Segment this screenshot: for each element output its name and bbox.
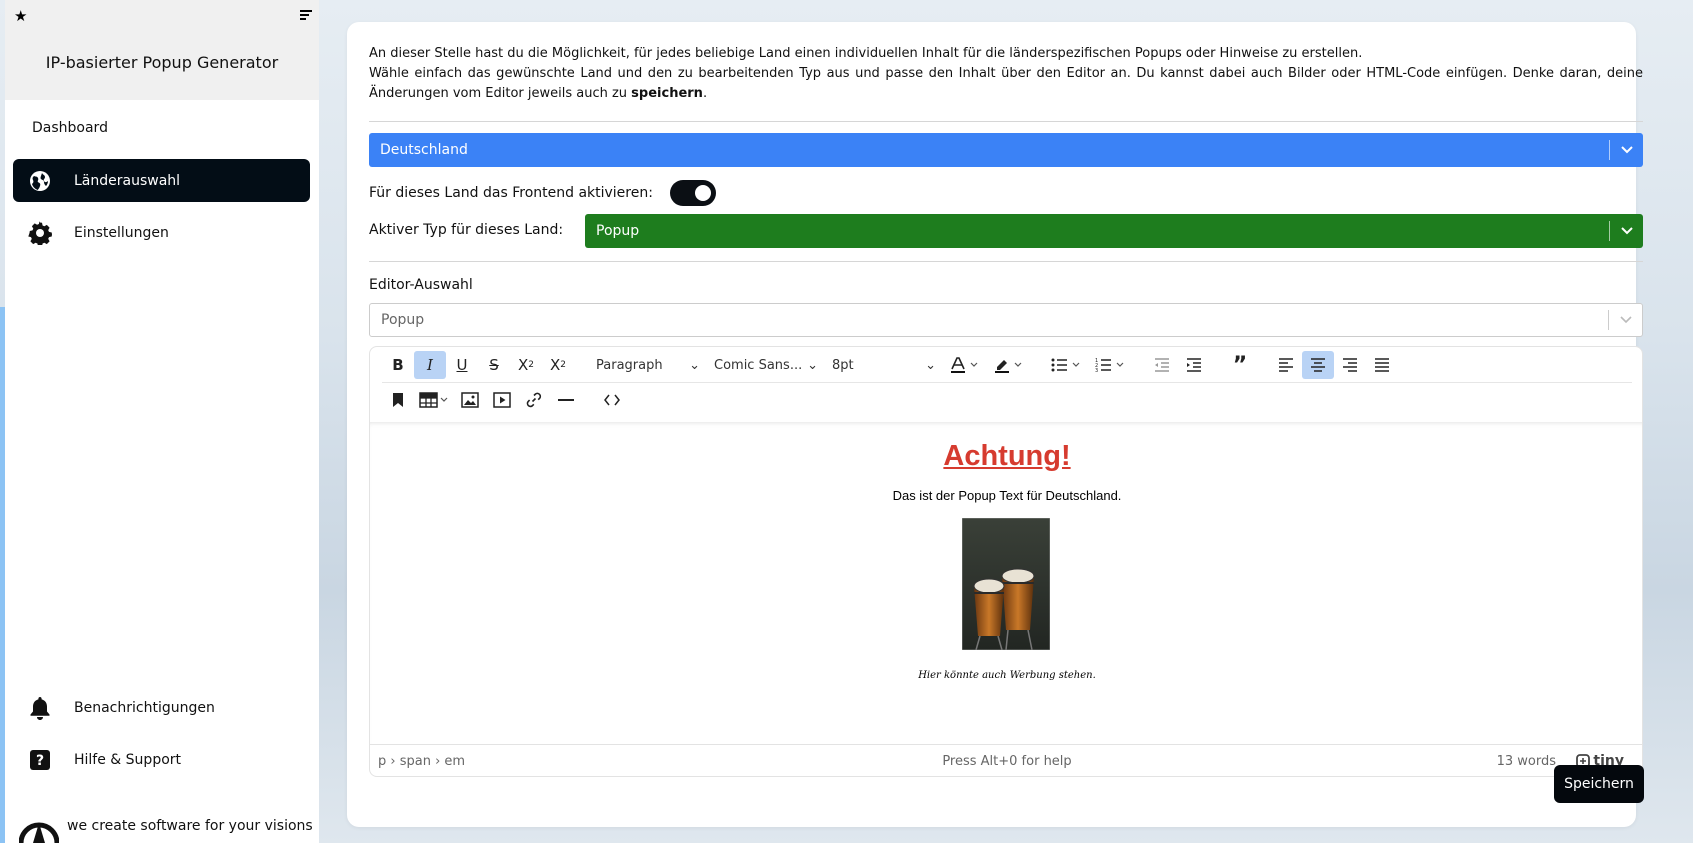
- word-count[interactable]: 13 words: [1497, 754, 1556, 769]
- globe-icon: [27, 168, 53, 194]
- chevron-down-icon: ⌄: [689, 357, 700, 373]
- strikethrough-icon[interactable]: S: [478, 351, 510, 379]
- highlight-color-icon[interactable]: [986, 351, 1030, 379]
- brand-tagline: we create software for your visions: [67, 817, 313, 834]
- font-size-select[interactable]: 8pt ⌄: [824, 351, 942, 379]
- align-center-icon[interactable]: [1302, 351, 1334, 379]
- type-label: Aktiver Typ für dieses Land:: [369, 222, 564, 238]
- chevron-down-icon: [1609, 316, 1642, 324]
- align-left-icon[interactable]: [1270, 351, 1302, 379]
- type-select-value: Popup: [596, 223, 640, 239]
- rich-text-editor: B I U S X2 X2 Paragraph ⌄ Comic Sans... ⌄ …: [369, 346, 1643, 777]
- country-select-value: Deutschland: [380, 142, 468, 158]
- table-icon[interactable]: [414, 386, 454, 414]
- sidebar-item-benachrichtigungen[interactable]: Benachrichtigungen: [13, 686, 310, 729]
- main-card: An dieser Stelle hast du die Möglichkeit…: [347, 22, 1644, 827]
- chevron-down-icon: [1610, 146, 1643, 154]
- company-logo: [19, 808, 59, 843]
- save-button[interactable]: Speichern: [1554, 765, 1644, 803]
- sidebar-item-label: Hilfe & Support: [74, 751, 182, 768]
- sidebar: ★ IP-basierter Popup Generator Dashboard…: [5, 0, 319, 843]
- gear-icon: [27, 220, 53, 246]
- svg-text:3: 3: [1095, 368, 1098, 373]
- numbered-list-icon[interactable]: 123: [1088, 351, 1132, 379]
- sidebar-item-label: Einstellungen: [74, 224, 169, 241]
- sidebar-item-label: Länderauswahl: [74, 172, 181, 189]
- sidebar-item-dashboard[interactable]: Dashboard: [32, 120, 108, 136]
- superscript-icon[interactable]: X2: [542, 351, 574, 379]
- frontend-toggle[interactable]: [669, 180, 716, 206]
- frontend-toggle-label: Für dieses Land das Frontend aktivieren:: [369, 185, 653, 201]
- sidebar-item-einstellungen[interactable]: Einstellungen: [13, 211, 310, 254]
- editor-select-value: Popup: [381, 312, 425, 328]
- intro-line-1: An dieser Stelle hast du die Möglichkeit…: [369, 46, 1363, 61]
- sidebar-header: ★ IP-basierter Popup Generator: [5, 0, 319, 100]
- sidebar-item-hilfe[interactable]: ? Hilfe & Support: [13, 738, 310, 781]
- media-icon[interactable]: [486, 386, 518, 414]
- help-hint: Press Alt+0 for help: [942, 754, 1072, 769]
- chevron-down-icon: ⌄: [807, 357, 818, 373]
- align-justify-icon[interactable]: [1366, 351, 1398, 379]
- blockquote-icon[interactable]: ”: [1224, 351, 1256, 379]
- editor-toolbar-row-2: [370, 382, 1642, 418]
- subscript-icon[interactable]: X2: [510, 351, 542, 379]
- editor-select-label: Editor-Auswahl: [369, 277, 473, 293]
- svg-text:?: ?: [36, 753, 44, 769]
- bookmark-icon[interactable]: [382, 386, 414, 414]
- divider: [369, 261, 1643, 262]
- font-family-select[interactable]: Comic Sans... ⌄: [706, 351, 824, 379]
- intro-save-emphasis: speichern: [631, 86, 703, 101]
- divider: [369, 121, 1643, 122]
- brand-footer: we create software for your visions: [19, 808, 313, 843]
- align-right-icon[interactable]: [1334, 351, 1366, 379]
- editor-paragraph: Das ist der Popup Text für Deutschland.: [892, 488, 1122, 503]
- source-code-icon[interactable]: [596, 386, 628, 414]
- bold-icon[interactable]: B: [382, 351, 414, 379]
- intro-text: An dieser Stelle hast du die Möglichkeit…: [369, 46, 1643, 101]
- horizontal-rule-icon[interactable]: [550, 386, 582, 414]
- sidebar-item-label: Benachrichtigungen: [74, 699, 215, 716]
- country-select[interactable]: Deutschland: [369, 133, 1643, 167]
- underline-icon[interactable]: U: [446, 351, 478, 379]
- star-icon[interactable]: ★: [14, 7, 27, 25]
- italic-icon[interactable]: I: [414, 351, 446, 379]
- sidebar-item-laenderauswahl[interactable]: Länderauswahl: [13, 159, 310, 202]
- editor-heading: Achtung!: [943, 440, 1071, 472]
- intro-line-2: Wähle einfach das gewünschte Land und de…: [369, 66, 1643, 101]
- sort-menu-icon[interactable]: [300, 10, 312, 21]
- type-select[interactable]: Popup: [585, 214, 1643, 248]
- chevron-down-icon: [1610, 227, 1643, 235]
- image-icon[interactable]: [454, 386, 486, 414]
- editor-content-area[interactable]: Achtung! Das ist der Popup Text für Deut…: [370, 422, 1642, 744]
- editor-select[interactable]: Popup: [369, 303, 1643, 337]
- bullet-list-icon[interactable]: [1044, 351, 1088, 379]
- question-icon: ?: [27, 747, 53, 773]
- editor-toolbar-row-1: B I U S X2 X2 Paragraph ⌄ Comic Sans... ⌄ …: [370, 347, 1642, 383]
- text-color-icon[interactable]: [942, 351, 986, 379]
- indent-icon[interactable]: [1178, 351, 1210, 379]
- bell-icon: [27, 695, 53, 721]
- app-title: IP-basierter Popup Generator: [45, 53, 279, 72]
- link-icon[interactable]: [518, 386, 550, 414]
- bongo-drums-image[interactable]: [961, 517, 1051, 651]
- outdent-icon[interactable]: [1146, 351, 1178, 379]
- frontend-toggle-row: Für dieses Land das Frontend aktivieren:: [369, 179, 716, 207]
- editor-caption: Hier könnte auch Werbung stehen.: [918, 670, 1096, 681]
- editor-statusbar: p › span › em Press Alt+0 for help 13 wo…: [370, 744, 1642, 776]
- chevron-down-icon: ⌄: [925, 357, 936, 373]
- block-format-select[interactable]: Paragraph ⌄: [588, 351, 706, 379]
